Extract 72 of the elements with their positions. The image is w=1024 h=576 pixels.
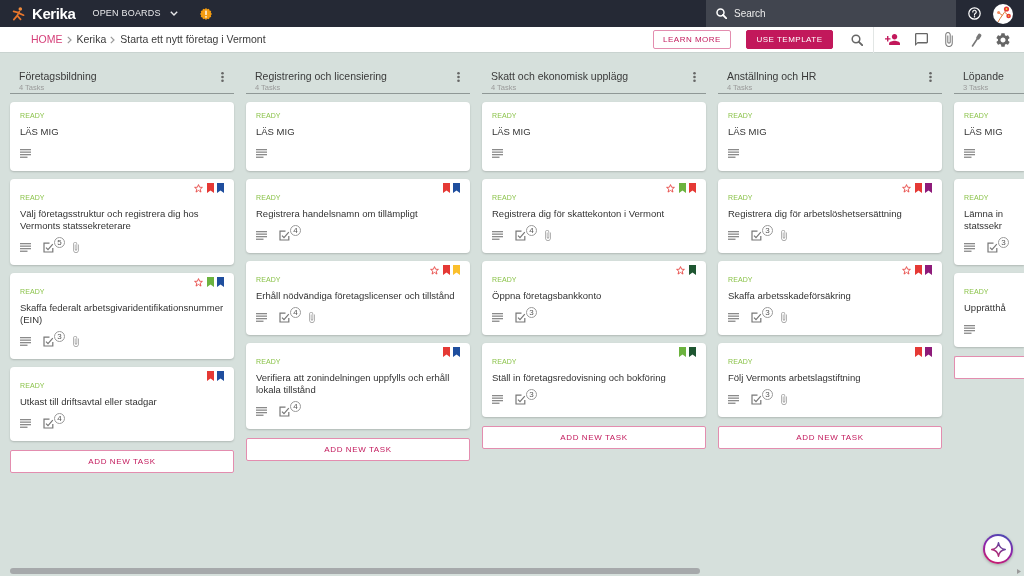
search-input[interactable]: Search — [734, 7, 934, 20]
wand-icon[interactable] — [971, 32, 982, 47]
checklist-icon — [43, 335, 54, 347]
use-template-button[interactable]: USE TEMPLATE — [746, 30, 833, 49]
logo-text: Kerika — [32, 6, 76, 21]
checklist-icon — [43, 417, 54, 429]
card-title: LÄS MIG — [256, 126, 296, 138]
add-task-button[interactable]: ADD NEW TASK — [482, 426, 706, 449]
checklist-icon — [987, 241, 998, 253]
checklist-icon — [751, 229, 762, 241]
checklist-icon — [751, 393, 762, 405]
card-title: Upprätthå — [964, 302, 1007, 314]
card-title: Ställ in företagsredovisning och bokföring — [492, 372, 667, 384]
kebab-menu-icon[interactable] — [457, 72, 460, 82]
checklist-icon — [43, 241, 54, 253]
checklist-icon — [515, 311, 526, 323]
kebab-menu-icon[interactable] — [221, 72, 224, 82]
card-title: Lämna in statssekr — [964, 208, 1005, 232]
help-icon[interactable] — [968, 7, 981, 20]
add-person-icon[interactable] — [885, 34, 900, 45]
checklist-icon — [279, 311, 290, 323]
comment-icon[interactable] — [915, 33, 928, 46]
chevron-right-icon — [66, 35, 72, 44]
add-task-button[interactable]: ADD NEW TASK — [718, 426, 942, 449]
kebab-menu-icon[interactable] — [929, 72, 932, 82]
card-title: LÄS MIG — [20, 126, 60, 138]
assistant-button[interactable] — [983, 534, 1013, 564]
breadcrumb-link[interactable]: Kerika — [76, 33, 107, 46]
breadcrumb-link[interactable]: HOME — [31, 33, 63, 46]
scrollbar-thumb[interactable] — [10, 568, 700, 574]
card-title: Registrera dig för arbetslöshetsersättning — [728, 208, 903, 220]
paperclip-icon[interactable] — [945, 32, 953, 47]
search-field[interactable]: Search — [706, 0, 956, 27]
add-task-button[interactable] — [954, 356, 1024, 379]
breadcrumb-current: Starta ett nytt företag i Vermont — [120, 33, 266, 46]
card-title: Verifiera att zonindelningen uppfylls och erhåll lokala tillstånd — [256, 372, 451, 396]
card-title: Utkast till driftsavtal eller stadgar — [20, 396, 158, 408]
checklist-icon — [515, 393, 526, 405]
add-task-button[interactable]: ADD NEW TASK — [246, 438, 470, 461]
chevron-down-icon — [169, 11, 178, 16]
alert-badge-icon[interactable] — [199, 7, 212, 20]
card-title: Följ Vermonts arbetslagstiftning — [728, 372, 862, 384]
learn-more-button[interactable]: LEARN MORE — [653, 30, 731, 49]
open-boards-menu[interactable]: OPEN BOARDS — [92, 6, 178, 21]
search-icon[interactable] — [851, 33, 863, 46]
card-title: Välj företagsstruktur och registrera dig hos Vermonts statssekreterare — [20, 208, 200, 232]
card-title: LÄS MIG — [492, 126, 532, 138]
card-title: Registrera handelsnamn om tillämpligt — [256, 208, 419, 220]
card-title: LÄS MIG — [728, 126, 768, 138]
checklist-icon — [279, 229, 290, 241]
kebab-menu-icon[interactable] — [693, 72, 696, 82]
checklist-icon — [279, 405, 290, 417]
sparkle-icon — [990, 541, 1006, 557]
card-title: LÄS MIG — [964, 126, 1004, 138]
avatar-icon[interactable] — [993, 3, 1013, 24]
checklist-icon — [515, 229, 526, 241]
card-title: Skaffa arbetsskadeförsäkring — [728, 290, 852, 302]
column-title: Registrering och licensiering — [255, 70, 387, 83]
add-task-button[interactable]: ADD NEW TASK — [10, 450, 234, 473]
card-title: Registrera dig för skattekonton i Vermont — [492, 208, 666, 220]
chevron-right-icon — [110, 35, 116, 44]
card-title: Erhåll nödvändiga företagslicenser och tillstånd — [256, 290, 456, 302]
column-title: Skatt och ekonomisk upplägg — [491, 70, 629, 83]
column-title: Löpande — [963, 70, 1004, 83]
settings-icon[interactable] — [996, 32, 1010, 47]
column-title: Företagsbildning — [19, 70, 97, 83]
figure-icon — [12, 6, 25, 21]
card-title: Öppna företagsbankkonto — [492, 290, 603, 302]
card-title: Skaffa federalt arbetsgivaridentifikationsnummer (EIN) — [20, 302, 225, 326]
column-title: Anställning och HR — [727, 70, 817, 83]
search-icon — [716, 8, 727, 19]
checklist-icon — [751, 311, 762, 323]
